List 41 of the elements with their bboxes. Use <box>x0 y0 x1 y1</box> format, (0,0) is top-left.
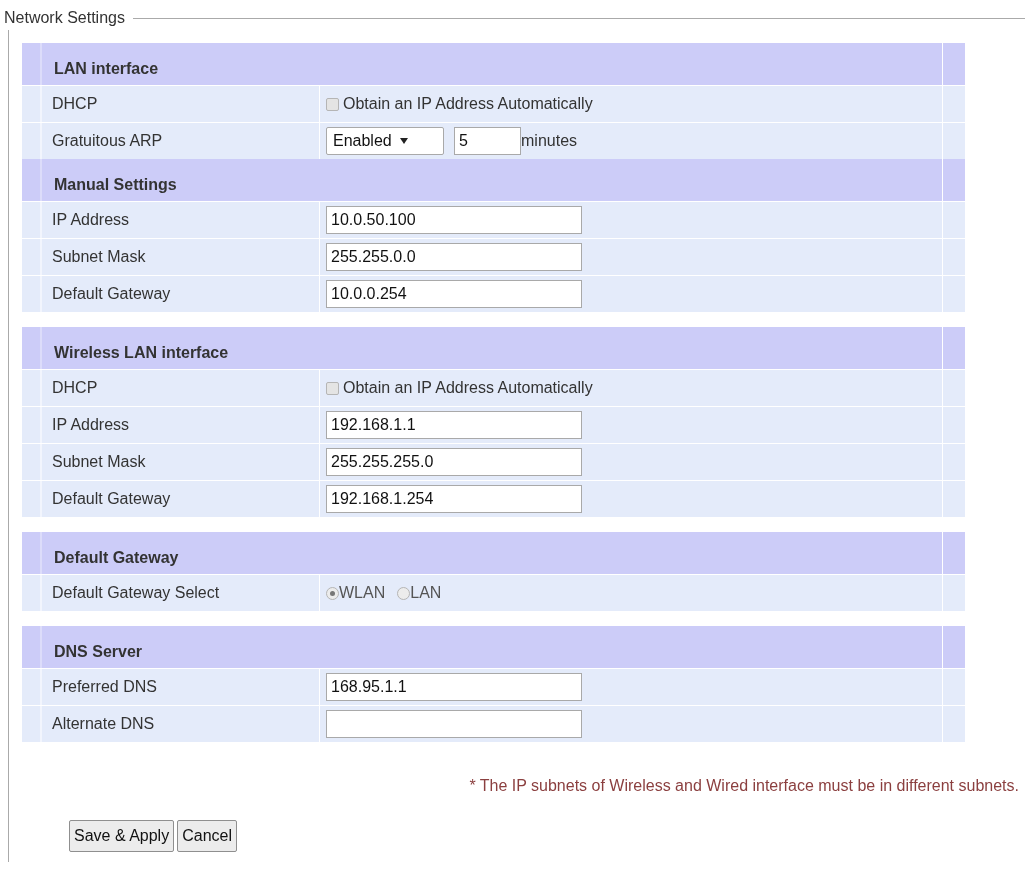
field-label: Subnet Mask <box>52 452 146 472</box>
unit-label: minutes <box>521 131 578 151</box>
checkbox[interactable] <box>326 381 339 395</box>
field-label: Gratuitous ARP <box>52 131 163 151</box>
checkbox-label: Obtain an IP Address Automatically <box>343 378 593 398</box>
input-field[interactable]: 255.255.255.0 <box>326 448 582 476</box>
input-field[interactable] <box>326 710 582 738</box>
checkbox-label: Obtain an IP Address Automatically <box>343 94 593 114</box>
input-field[interactable]: 10.0.50.100 <box>326 206 582 234</box>
radio-label: LAN <box>410 583 442 603</box>
field-label: IP Address <box>52 210 130 230</box>
field-label: Default Gateway <box>52 284 171 304</box>
input-field[interactable]: 5 <box>454 127 521 155</box>
warning-note: * The IP subnets of Wireless and Wired interface must be in different subnets. <box>469 776 1019 796</box>
form-button[interactable]: Save & Apply <box>69 820 175 852</box>
section-title: Manual Settings <box>54 175 177 195</box>
field-label: Alternate DNS <box>52 714 155 734</box>
field-label: Preferred DNS <box>52 677 157 697</box>
field-label: IP Address <box>52 415 130 435</box>
input-field[interactable]: 10.0.0.254 <box>326 280 582 308</box>
input-field[interactable]: 255.255.0.0 <box>326 243 582 271</box>
checkbox[interactable] <box>326 97 339 111</box>
radio-button[interactable] <box>397 586 411 600</box>
input-field[interactable]: 168.95.1.1 <box>326 673 582 701</box>
form-button[interactable]: Cancel <box>177 820 237 852</box>
input-field[interactable]: 192.168.1.254 <box>326 485 582 513</box>
section-title: DNS Server <box>54 642 143 662</box>
field-label: Subnet Mask <box>52 247 146 267</box>
dropdown[interactable]: Enabled <box>326 127 444 155</box>
field-label: DHCP <box>52 94 98 114</box>
section-title: LAN interface <box>54 59 159 79</box>
caret-icon <box>399 138 408 144</box>
radio-button[interactable] <box>326 586 339 600</box>
field-label: Default Gateway Select <box>52 583 220 603</box>
radio-label: WLAN <box>339 583 386 603</box>
group-title: Network Settings <box>4 8 126 28</box>
field-label: Default Gateway <box>52 489 171 509</box>
section-title: Default Gateway <box>54 548 179 568</box>
field-label: DHCP <box>52 378 98 398</box>
input-field[interactable]: 192.168.1.1 <box>326 411 582 439</box>
section-title: Wireless LAN interface <box>54 343 229 363</box>
